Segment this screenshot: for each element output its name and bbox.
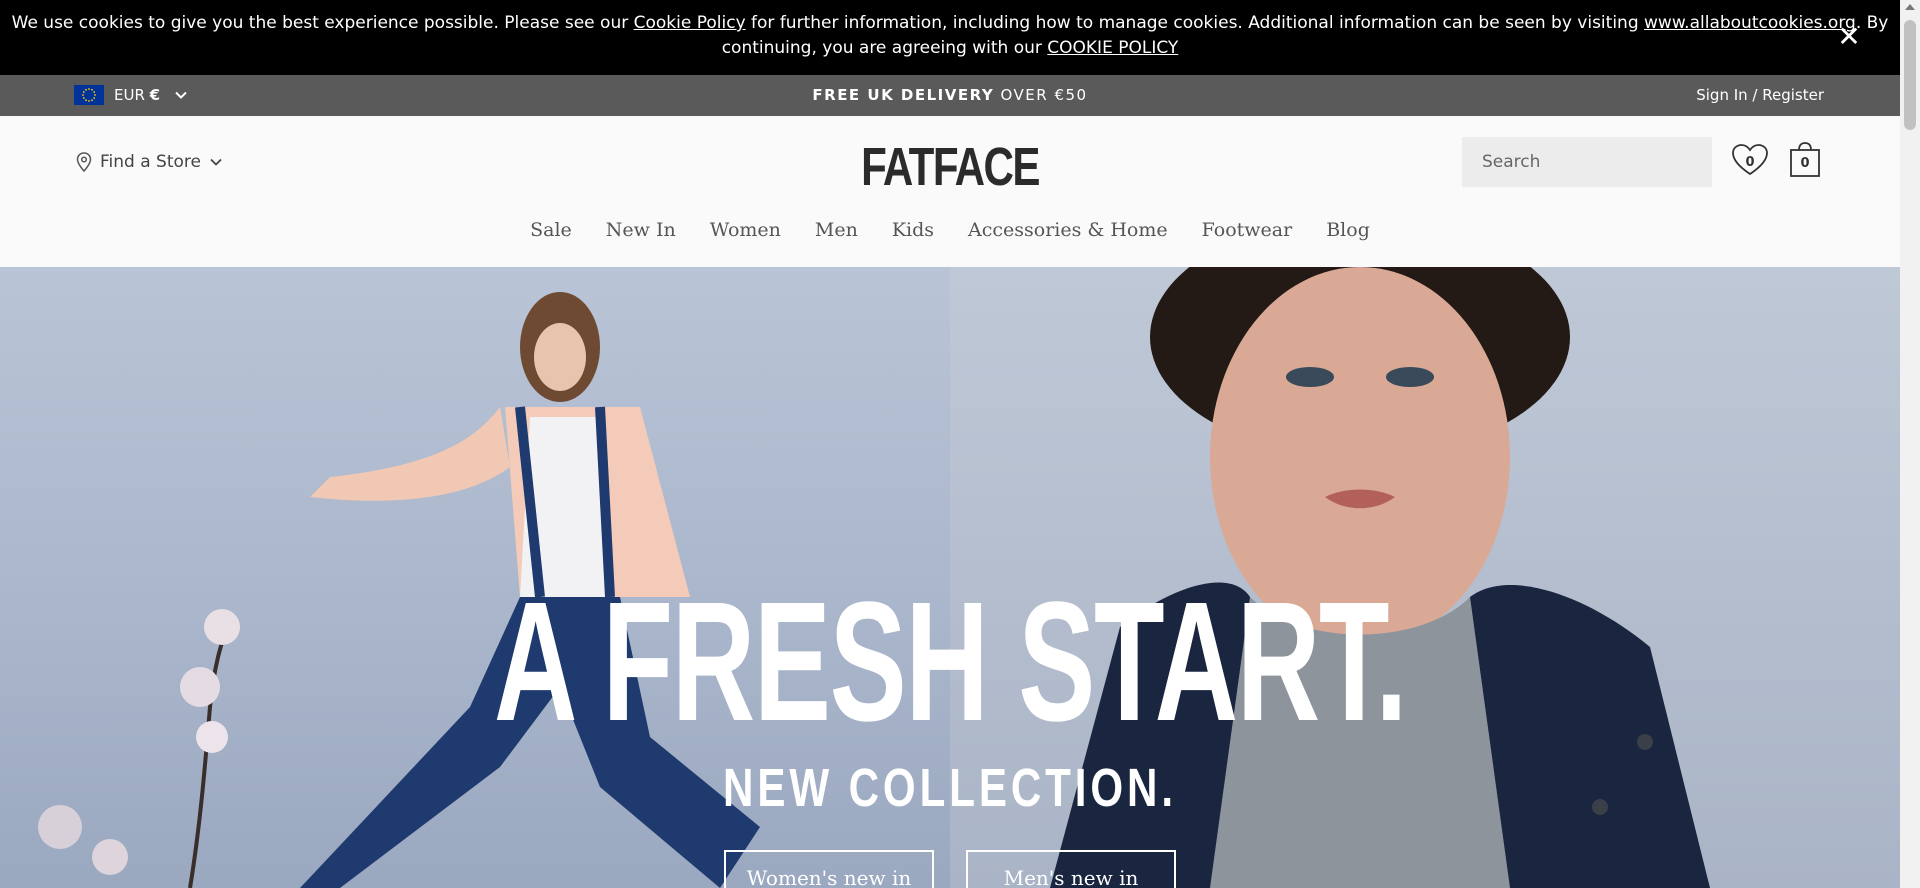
basket-button[interactable]: 0 <box>1788 140 1822 178</box>
promo-banner: FREE UK DELIVERY OVER €50 <box>0 86 1900 104</box>
nav-item-accessories-home[interactable]: Accessories & Home <box>968 219 1168 241</box>
search-input[interactable] <box>1482 152 1701 172</box>
hero-title: A FRESH START. <box>493 567 1408 757</box>
nav-item-new-in[interactable]: New In <box>606 219 676 241</box>
wishlist-button[interactable]: 0 <box>1730 142 1770 178</box>
hero-subtitle: NEW COLLECTION. <box>723 758 1177 818</box>
find-store-button[interactable]: Find a Store <box>76 152 223 172</box>
nav-item-sale[interactable]: Sale <box>530 219 572 241</box>
allaboutcookies-link[interactable]: www.allaboutcookies.org <box>1644 13 1856 33</box>
cookie-text-2: for further information, including how t… <box>745 13 1645 33</box>
cookie-text-1: We use cookies to give you the best expe… <box>11 13 634 33</box>
mens-new-in-button[interactable]: Men's new in <box>966 850 1176 888</box>
site-header: Find a Store FATFACE 0 0 Sale New In Wom… <box>0 116 1900 267</box>
signin-register-link[interactable]: Sign In / Register <box>1696 86 1824 104</box>
promo-rest: OVER €50 <box>1000 86 1088 104</box>
utility-bar: EUR € FREE UK DELIVERY OVER €50 Sign In … <box>0 75 1900 116</box>
page-scrollbar[interactable] <box>1900 0 1920 888</box>
nav-item-kids[interactable]: Kids <box>892 219 934 241</box>
nav-item-women[interactable]: Women <box>710 219 781 241</box>
promo-bold: FREE UK DELIVERY <box>812 86 995 104</box>
find-store-label: Find a Store <box>100 152 201 172</box>
wishlist-count: 0 <box>1745 155 1755 170</box>
nav-item-men[interactable]: Men <box>815 219 858 241</box>
nav-item-blog[interactable]: Blog <box>1326 219 1370 241</box>
scroll-thumb[interactable] <box>1904 20 1916 130</box>
cookie-policy-link[interactable]: Cookie Policy <box>634 13 746 33</box>
hero-buttons: Women's new in Men's new in <box>0 850 1900 888</box>
cookie-banner: We use cookies to give you the best expe… <box>0 0 1900 75</box>
basket-count: 0 <box>1800 156 1810 171</box>
cookie-policy-caps-link[interactable]: COOKIE POLICY <box>1047 38 1178 58</box>
womens-new-in-button[interactable]: Women's new in <box>724 850 934 888</box>
search-box[interactable] <box>1462 137 1712 187</box>
main-nav: Sale New In Women Men Kids Accessories &… <box>0 219 1900 241</box>
nav-item-footwear[interactable]: Footwear <box>1202 219 1293 241</box>
location-pin-icon <box>76 152 92 172</box>
scroll-up-icon[interactable] <box>1905 4 1915 10</box>
close-icon[interactable]: ✕ <box>1836 23 1862 51</box>
hero-banner[interactable]: A FRESH START. NEW COLLECTION. Women's n… <box>0 267 1900 888</box>
